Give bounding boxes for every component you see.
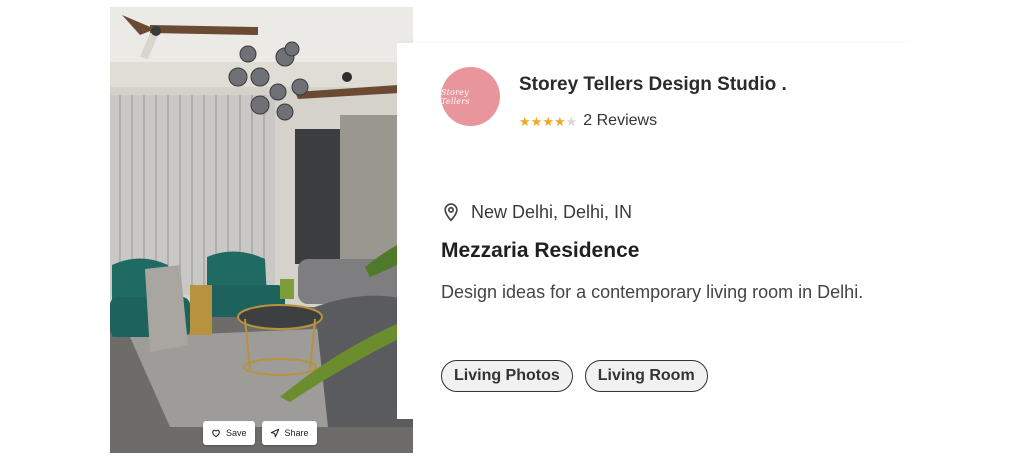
studio-avatar[interactable]: Storey Tellers — [441, 67, 500, 126]
map-pin-icon — [444, 203, 458, 222]
project-photo[interactable]: Save Share — [110, 7, 413, 453]
reviews-link[interactable]: 2 Reviews — [583, 112, 657, 130]
avatar-logo-text: Storey Tellers — [441, 87, 470, 106]
studio-name[interactable]: Storey Tellers Design Studio . — [519, 74, 787, 96]
send-icon — [270, 428, 279, 438]
project-location: New Delhi, Delhi, IN — [441, 201, 632, 223]
tag-living-room[interactable]: Living Room — [584, 360, 708, 392]
share-button[interactable]: Share — [261, 421, 317, 445]
star-filled-icon: ★ — [553, 113, 566, 129]
project-description: Design ideas for a contemporary living r… — [441, 282, 864, 302]
save-button[interactable]: Save — [203, 421, 255, 445]
tag-list: Living Photos Living Room — [441, 360, 708, 392]
star-rating: ★ ★ ★ ★ ★ — [519, 115, 577, 128]
location-text: New Delhi, Delhi, IN — [471, 201, 633, 222]
star-filled-icon: ★ — [542, 113, 554, 129]
star-filled-icon: ★ — [519, 113, 531, 129]
living-room-image — [110, 7, 413, 453]
project-info-card: Storey Tellers Storey Tellers Design Stu… — [397, 43, 915, 419]
tag-living-photos[interactable]: Living Photos — [441, 360, 573, 392]
studio-rating: ★ ★ ★ ★ ★ 2 Reviews — [519, 112, 657, 130]
save-label: Save — [226, 428, 247, 438]
heart-icon — [212, 429, 220, 438]
project-title[interactable]: Mezzaria Residence — [441, 239, 639, 263]
star-empty-icon: ★ — [565, 113, 578, 129]
share-label: Share — [284, 428, 309, 438]
star-filled-icon: ★ — [530, 113, 543, 129]
